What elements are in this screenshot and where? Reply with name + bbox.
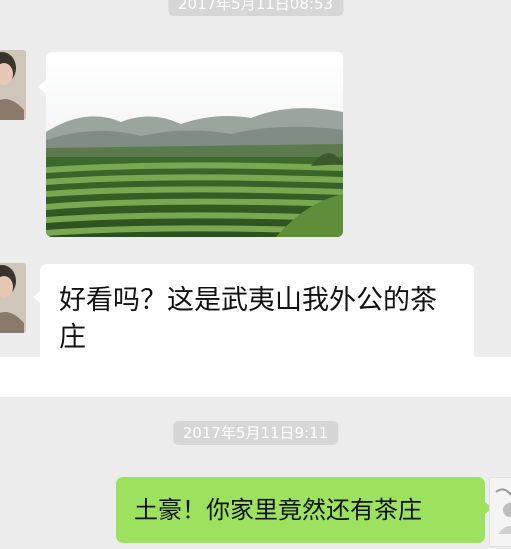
friend-avatar[interactable] xyxy=(0,263,26,333)
tea-plantation-photo[interactable] xyxy=(46,52,343,237)
self-avatar[interactable] xyxy=(489,477,511,547)
message-text: 好看吗？这是武夷山我外公的茶庄 xyxy=(59,285,437,353)
divider-strip xyxy=(0,357,511,397)
message-text: 土豪！你家里竟然还有茶庄 xyxy=(134,496,422,524)
tea-plantation-image xyxy=(46,52,343,237)
incoming-message-bubble[interactable]: 好看吗？这是武夷山我外公的茶庄 xyxy=(40,264,474,357)
chat-area-bottom: 2017年5月11日9:11 土豪！你家里竟然还有茶庄 xyxy=(0,397,511,549)
avatar-portrait-icon xyxy=(0,50,26,120)
outgoing-message-bubble[interactable]: 土豪！你家里竟然还有茶庄 xyxy=(116,477,485,543)
chat-area-top: 2017年5月11日08:53 好看吗？这是武夷山我外公的茶庄 xyxy=(0,0,511,357)
message-timestamp: 2017年5月11日08:53 xyxy=(167,0,344,16)
friend-avatar[interactable] xyxy=(0,50,26,120)
message-timestamp: 2017年5月11日9:11 xyxy=(172,421,339,445)
bubble-tail xyxy=(38,80,46,94)
avatar-icon xyxy=(490,478,511,546)
avatar-portrait-icon xyxy=(0,263,26,333)
